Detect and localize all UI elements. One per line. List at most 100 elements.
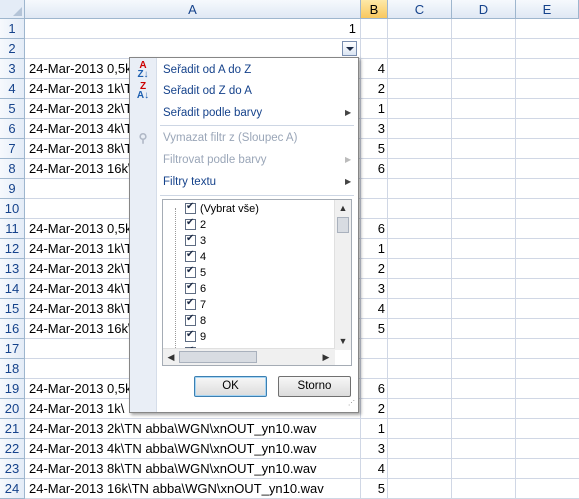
row-header[interactable]: 1 [0,19,25,39]
cell-b[interactable]: 6 [361,379,385,399]
cell-a[interactable]: 24-Mar-2013 4k\TN abba\WGN\xnOUT_yn10.wa… [29,439,317,459]
row-header[interactable]: 11 [0,219,25,239]
cell-a[interactable]: 24-Mar-2013 2k\T [29,259,132,279]
row-header[interactable]: 15 [0,299,25,319]
cell-a[interactable]: 24-Mar-2013 16k\TN abba\WGN\xnOUT_yn10.w… [29,479,324,499]
column-header-e[interactable]: E [516,0,579,19]
cell-b[interactable]: 1 [361,419,385,439]
cell-a[interactable]: 24-Mar-2013 2k\TN abba\WGN\xnOUT_yn10.wa… [29,419,317,439]
sort-color-item[interactable]: Seřadit podle barvy ▶ [163,103,351,123]
cell-a[interactable]: 1 [300,19,356,39]
checkbox[interactable] [185,249,196,262]
scroll-down-icon[interactable]: ▼ [335,334,351,348]
row-header[interactable]: 4 [0,79,25,99]
cell-b[interactable]: 6 [361,219,385,239]
ok-button[interactable]: OK [194,376,267,397]
cell-b[interactable]: 5 [361,139,385,159]
row-header[interactable]: 12 [0,239,25,259]
cell-b[interactable]: 2 [361,399,385,419]
filter-color-label: Filtrovat podle barvy [163,154,267,166]
cell-a[interactable]: 24-Mar-2013 8k\T [29,299,132,319]
cell-a[interactable]: 24-Mar-2013 4k\T [29,119,132,139]
filter-color-item[interactable]: Filtrovat podle barvy ▶ [163,150,351,170]
row-header[interactable]: 23 [0,459,25,479]
scroll-up-icon[interactable]: ▲ [335,201,351,215]
cell-b[interactable]: 6 [361,159,385,179]
submenu-arrow-icon: ▶ [345,108,352,117]
row-header[interactable]: 6 [0,119,25,139]
checkbox[interactable] [185,297,196,310]
column-header-d[interactable]: D [452,0,516,19]
row-header[interactable]: 24 [0,479,25,499]
cell-a[interactable]: 24-Mar-2013 0,5k\ [29,59,135,79]
cell-b[interactable]: 5 [361,479,385,499]
row-header[interactable]: 20 [0,399,25,419]
row-header[interactable]: 13 [0,259,25,279]
sort-asc-item[interactable]: Seřadit od A do Z [163,60,251,80]
chevron-down-icon[interactable] [342,41,357,56]
column-header-b[interactable]: B [361,0,388,19]
row-header[interactable]: 22 [0,439,25,459]
checkbox[interactable] [185,313,196,326]
scroll-left-icon[interactable]: ◀ [164,349,178,365]
hscroll-thumb[interactable] [179,351,257,363]
select-all-triangle [13,7,22,16]
row-header[interactable]: 18 [0,359,25,379]
cell-a[interactable]: 24-Mar-2013 8k\TN abba\WGN\xnOUT_yn10.wa… [29,459,317,479]
row-header[interactable]: 9 [0,179,25,199]
cell-a[interactable]: 24-Mar-2013 1k\T [29,79,132,99]
checkbox[interactable] [185,265,196,278]
row-header[interactable]: 2 [0,39,25,59]
row-header[interactable]: 14 [0,279,25,299]
cell-b[interactable]: 5 [361,319,385,339]
cell-b[interactable]: 2 [361,259,385,279]
row-header[interactable]: 8 [0,159,25,179]
cell-a[interactable]: 24-Mar-2013 8k\T [29,139,132,159]
cell-b[interactable]: 4 [361,59,385,79]
row-header[interactable]: 17 [0,339,25,359]
row-header[interactable]: 21 [0,419,25,439]
row-header[interactable]: 10 [0,199,25,219]
cell-b[interactable]: 2 [361,79,385,99]
cell-a[interactable]: 24-Mar-2013 2k\T [29,99,132,119]
cell-a[interactable]: 24-Mar-2013 1k\ [29,399,124,419]
checkbox[interactable] [185,201,196,214]
cell-b[interactable]: 1 [361,99,385,119]
row-header[interactable]: 3 [0,59,25,79]
text-filters-item[interactable]: Filtry textu ▶ [163,172,351,192]
filter-value-label: (Vybrat vše) [200,203,259,215]
scroll-right-icon[interactable]: ▶ [319,349,333,365]
sort-desc-item[interactable]: Seřadit od Z do A [163,81,252,101]
cell-b[interactable]: 3 [361,119,385,139]
row-header[interactable]: 16 [0,319,25,339]
cell-b[interactable]: 3 [361,279,385,299]
cell-a[interactable]: 24-Mar-2013 16k\ [29,319,132,339]
clear-filter-item[interactable]: Vymazat filtr z (Sloupec A) [163,128,297,148]
cancel-button[interactable]: Storno [278,376,351,397]
row-header[interactable]: 5 [0,99,25,119]
checkbox[interactable] [185,329,196,342]
cell-a[interactable]: 24-Mar-2013 4k\T [29,279,132,299]
cell-b[interactable]: 3 [361,439,385,459]
column-header-a[interactable]: A [25,0,361,19]
cell-b[interactable]: 1 [361,239,385,259]
checkbox[interactable] [185,217,196,230]
filter-values-list[interactable]: (Vybrat vše)2345678910 ▲ ▼ ◀ ▶ [162,199,352,366]
vertical-scrollbar[interactable]: ▲ ▼ [334,200,351,350]
checkbox[interactable] [185,233,196,246]
cell-a[interactable]: 24-Mar-2013 1k\T [29,239,132,259]
row-header[interactable]: 7 [0,139,25,159]
scroll-thumb[interactable] [337,217,349,233]
horizontal-scrollbar[interactable]: ◀ ▶ [163,348,335,365]
resize-grip-icon[interactable]: ⋰ [348,400,356,410]
cell-a[interactable]: 24-Mar-2013 0,5k\ [29,219,135,239]
cell-a[interactable]: 24-Mar-2013 16k\ [29,159,132,179]
select-all-corner[interactable] [0,0,25,19]
filter-value-label: 3 [200,235,207,247]
column-header-c[interactable]: C [388,0,452,19]
cell-b[interactable]: 4 [361,299,385,319]
row-header[interactable]: 19 [0,379,25,399]
cell-b[interactable]: 4 [361,459,385,479]
cell-a[interactable]: 24-Mar-2013 0,5k [29,379,132,399]
checkbox[interactable] [185,281,196,294]
